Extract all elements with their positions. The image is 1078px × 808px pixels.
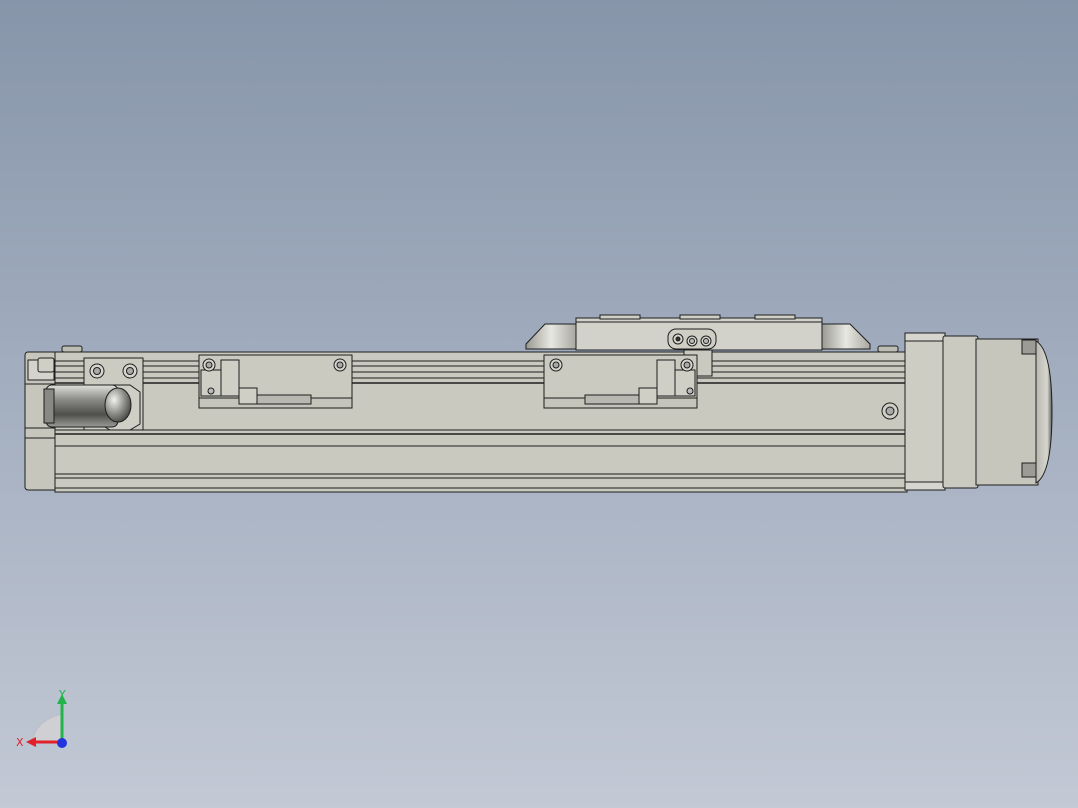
actuator-assembly <box>24 314 1053 493</box>
main-rail-body <box>54 351 908 493</box>
actuator-model[interactable] <box>0 0 1078 808</box>
motor-body <box>942 335 1053 489</box>
motor-flange <box>904 332 946 491</box>
triad-plane-wedge <box>31 713 63 743</box>
sensor-bracket-right <box>543 354 698 409</box>
sensor-bracket-left <box>198 354 353 409</box>
z-axis-dot <box>57 738 67 748</box>
cad-graphics-viewport[interactable]: Y X <box>0 0 1078 808</box>
view-orientation-triad: Y X <box>10 684 80 754</box>
y-axis-label: Y <box>58 688 66 701</box>
x-axis-label: X <box>16 736 24 749</box>
